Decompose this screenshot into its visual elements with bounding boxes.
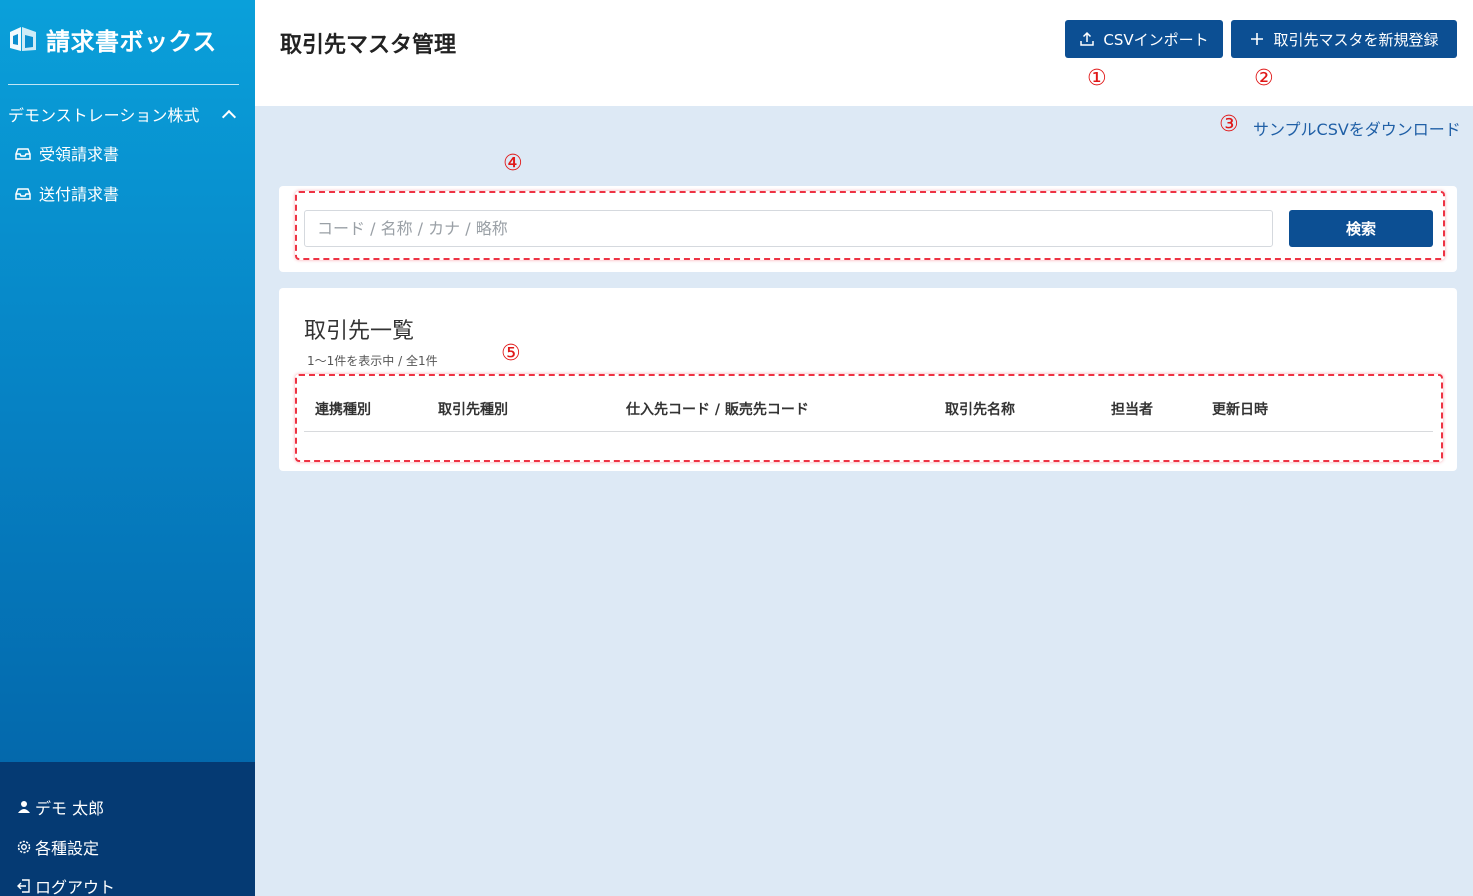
column-header-integration-type[interactable]: 連携種別 <box>315 399 371 419</box>
plus-icon <box>1249 31 1265 47</box>
outbox-icon <box>14 186 32 200</box>
csv-import-label: CSVインポート <box>1103 30 1209 49</box>
sidebar: 請求書ボックス デモンストレーション株式 受領請求書 送付請求書 デモ 太郎 各… <box>0 0 255 896</box>
settings-link[interactable]: 各種設定 <box>16 835 99 859</box>
annotation-2: ② <box>1254 66 1274 91</box>
add-partner-label: 取引先マスタを新規登録 <box>1273 30 1439 49</box>
column-header-partner-name[interactable]: 取引先名称 <box>945 399 1015 419</box>
user-icon <box>16 799 32 815</box>
settings-label: 各種設定 <box>35 839 100 858</box>
search-input[interactable] <box>304 210 1273 247</box>
company-name: デモンストレーション株式 <box>8 106 200 125</box>
column-header-partner-code[interactable]: 仕入先コード / 販売先コード <box>626 399 809 419</box>
add-partner-button[interactable]: 取引先マスタを新規登録 <box>1231 20 1457 58</box>
user-name: デモ 太郎 <box>35 799 105 818</box>
column-header-updated-at[interactable]: 更新日時 <box>1212 399 1268 419</box>
search-button[interactable]: 検索 <box>1289 210 1433 247</box>
sidebar-item-label: 受領請求書 <box>39 145 120 164</box>
chevron-up-icon <box>221 109 237 125</box>
logout-link[interactable]: ログアウト <box>16 874 115 896</box>
gear-icon <box>16 839 32 855</box>
annotation-1: ① <box>1087 66 1107 91</box>
sidebar-divider <box>8 84 239 85</box>
column-header-assignee[interactable]: 担当者 <box>1111 399 1153 419</box>
annotation-5: ⑤ <box>501 341 521 366</box>
logo-icon <box>8 23 40 55</box>
sidebar-item-sent-invoices[interactable]: 送付請求書 <box>14 182 119 204</box>
list-title: 取引先一覧 <box>304 319 415 344</box>
inbox-icon <box>14 146 32 160</box>
logout-icon <box>16 878 32 894</box>
app-logo[interactable]: 請求書ボックス <box>8 22 217 56</box>
app-name: 請求書ボックス <box>46 27 217 56</box>
page-title: 取引先マスタ管理 <box>280 33 457 58</box>
user-menu[interactable]: デモ 太郎 <box>16 795 104 819</box>
list-count: 1〜1件を表示中 / 全1件 <box>307 354 438 368</box>
upload-icon <box>1079 31 1095 47</box>
csv-import-button[interactable]: CSVインポート <box>1065 20 1223 58</box>
annotation-3: ③ <box>1219 112 1239 137</box>
sidebar-item-label: 送付請求書 <box>39 185 120 204</box>
column-header-partner-type[interactable]: 取引先種別 <box>438 399 508 419</box>
sidebar-item-received-invoices[interactable]: 受領請求書 <box>14 142 119 164</box>
table-header-divider <box>304 431 1433 432</box>
logout-label: ログアウト <box>35 878 116 896</box>
company-selector[interactable]: デモンストレーション株式 <box>8 102 240 126</box>
sample-csv-download-link[interactable]: サンプルCSVをダウンロード <box>1253 116 1461 140</box>
annotation-4: ④ <box>503 151 523 176</box>
